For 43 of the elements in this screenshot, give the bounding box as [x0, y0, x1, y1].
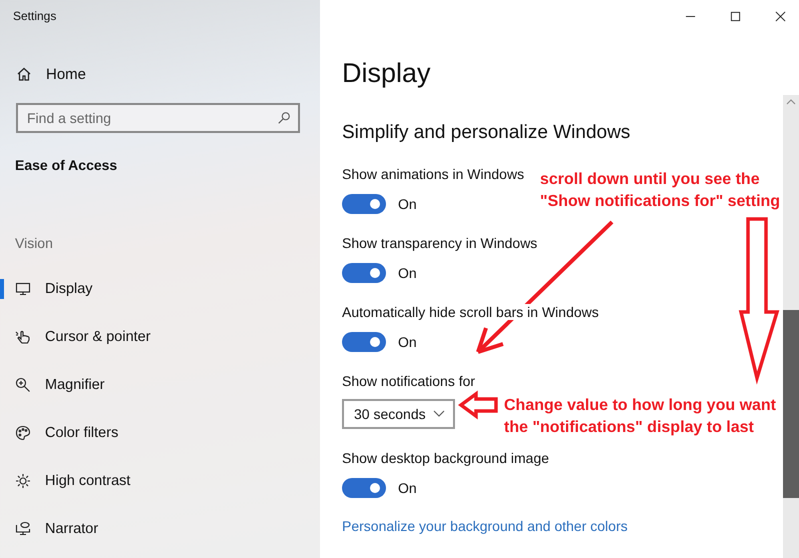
toggle-state: On	[398, 334, 417, 350]
nav-item[interactable]: Magnifier	[0, 361, 320, 409]
sun-icon	[15, 473, 31, 489]
window-title: Settings	[12, 8, 58, 25]
page-title: Display	[342, 58, 431, 89]
palette-icon	[15, 425, 31, 441]
setting-label: Automatically hide scroll bars in Windows	[342, 304, 599, 320]
section-heading: Ease of Access	[15, 157, 118, 173]
home-icon	[16, 66, 32, 82]
group-heading: Vision	[15, 235, 53, 251]
toggle-state: On	[398, 265, 417, 281]
magnifier-icon	[15, 377, 31, 393]
nav-item[interactable]: High contrast	[0, 457, 320, 505]
toggle-state: On	[398, 196, 417, 212]
home-link[interactable]: Home	[0, 63, 86, 85]
setting-label: Show transparency in Windows	[342, 235, 538, 251]
monitor-icon	[15, 281, 31, 297]
toggle-switch[interactable]	[342, 478, 386, 498]
nav-item[interactable]: Cursor & pointer	[0, 313, 320, 361]
toggle-switch[interactable]	[342, 263, 386, 283]
annotation-text: Change value to how long you want the "notifications" display to last	[504, 396, 776, 438]
toggle-switch[interactable]	[342, 332, 386, 352]
maximize-button[interactable]	[730, 10, 741, 22]
setting-label: Show desktop background image	[342, 450, 550, 466]
annotation-text: scroll down until you see the "Show notifications for" setting	[540, 170, 780, 212]
duration-dropdown[interactable]: 30 seconds	[342, 399, 455, 429]
narrator-icon	[15, 521, 31, 537]
close-button[interactable]	[775, 10, 786, 22]
scrollbar[interactable]	[783, 95, 799, 558]
section-title: Simplify and personalize Windows	[342, 122, 630, 144]
toggle-state: On	[398, 480, 417, 496]
setting-label: Show notifications for	[342, 373, 476, 389]
hollow-left-arrow	[458, 390, 498, 420]
setting-label: Show animations in Windows	[342, 166, 524, 182]
toggle-switch[interactable]	[342, 194, 386, 214]
chevron-down-icon	[433, 410, 445, 418]
scroll-up-icon[interactable]	[786, 99, 796, 105]
search-field[interactable]: Find a setting	[16, 103, 300, 133]
hand-pointer-icon	[15, 329, 31, 345]
nav-item[interactable]: Color filters	[0, 409, 320, 457]
personalize-link[interactable]: Personalize your background and other colors	[342, 518, 628, 534]
search-icon	[277, 111, 291, 125]
nav-item[interactable]: Narrator	[0, 505, 320, 553]
